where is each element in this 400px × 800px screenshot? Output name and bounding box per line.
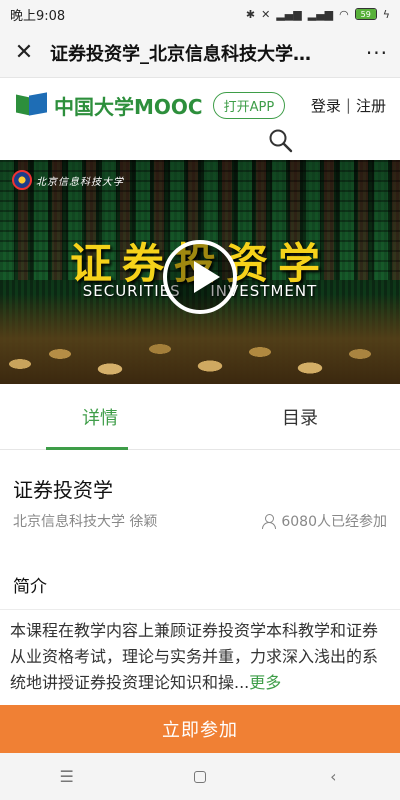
system-nav-bar: ☰ ‹ — [0, 753, 400, 800]
school-name: 北京信息科技大学 — [36, 176, 124, 188]
page-title: 证券投资学_北京信息科技大学… — [50, 43, 311, 65]
register-link[interactable]: 注册 — [356, 95, 386, 116]
intro-body: 本课程在教学内容上兼顾证券投资学本科教学和证券从业资格考试，理论与实务并重，力求… — [0, 610, 400, 696]
video-player[interactable]: 北京信息科技大学 证券投资学 SECURITIES INVESTMENT — [0, 160, 400, 384]
join-button[interactable]: 立即参加 — [0, 705, 400, 753]
open-app-button[interactable]: 打开APP — [212, 91, 286, 119]
mooc-logo-icon — [16, 92, 50, 116]
participants-count: 6080人已经参加 — [281, 514, 387, 530]
auth-separator: | — [345, 96, 351, 114]
course-info: 证券投资学 北京信息科技大学 徐颖 6080人已经参加 — [0, 450, 400, 560]
intro-text: 本课程在教学内容上兼顾证券投资学本科教学和证券从业资格考试，理论与实务并重，力求… — [10, 621, 379, 692]
tab-catalog[interactable]: 目录 — [200, 384, 400, 449]
site-header: 中国大学MOOC 打开APP 登录 | 注册 — [0, 78, 400, 132]
intro-heading: 简介 — [0, 560, 400, 610]
battery-icon: 59 — [354, 8, 377, 20]
login-link[interactable]: 登录 — [311, 95, 341, 116]
school-emblem-icon — [12, 170, 32, 190]
logo-text: 中国大学MOOC — [54, 94, 203, 119]
mute-icon: ✕ — [261, 7, 271, 21]
charging-icon: ϟ — [382, 7, 390, 21]
status-bar: 晚上9:08 ✱ ✕ ▂▄▆ ▂▄▆ ◠ 59 ϟ — [0, 0, 400, 28]
logo[interactable]: 中国大学MOOC — [16, 91, 203, 120]
course-title: 证券投资学 — [13, 478, 113, 502]
auth-links: 登录 | 注册 — [311, 95, 386, 116]
status-time: 晚上9:08 — [10, 8, 66, 24]
course-school-teacher: 北京信息科技大学 徐颖 — [13, 514, 158, 530]
tab-details[interactable]: 详情 — [0, 384, 200, 450]
more-icon[interactable]: ··· — [358, 41, 388, 65]
signal-icon: ▂▄▆ — [276, 7, 302, 21]
school-logo: 北京信息科技大学 — [12, 170, 124, 190]
person-icon — [262, 514, 277, 529]
more-link[interactable]: 更多 — [249, 673, 281, 692]
signal2-icon: ▂▄▆ — [307, 7, 334, 21]
course-meta: 北京信息科技大学 徐颖 6080人已经参加 — [13, 511, 387, 531]
back-icon[interactable]: ‹ — [313, 762, 353, 792]
tab-bar: 详情 目录 — [0, 384, 400, 450]
wifi-icon: ◠ — [339, 7, 349, 21]
search-row — [0, 129, 400, 156]
play-icon[interactable] — [163, 240, 237, 314]
home-icon[interactable] — [180, 762, 220, 792]
status-icons: ✱ ✕ ▂▄▆ ▂▄▆ ◠ 59 ϟ — [246, 8, 390, 21]
close-icon[interactable]: ✕ — [12, 40, 36, 65]
page: 晚上9:08 ✱ ✕ ▂▄▆ ▂▄▆ ◠ 59 ϟ ✕ 证券投资学_北京信息科技… — [0, 0, 400, 800]
menu-icon[interactable]: ☰ — [47, 762, 87, 792]
search-icon[interactable] — [268, 128, 294, 154]
participants: 6080人已经参加 — [262, 511, 387, 531]
bluetooth-icon: ✱ — [245, 7, 256, 21]
title-bar: ✕ 证券投资学_北京信息科技大学… ··· — [0, 28, 400, 78]
